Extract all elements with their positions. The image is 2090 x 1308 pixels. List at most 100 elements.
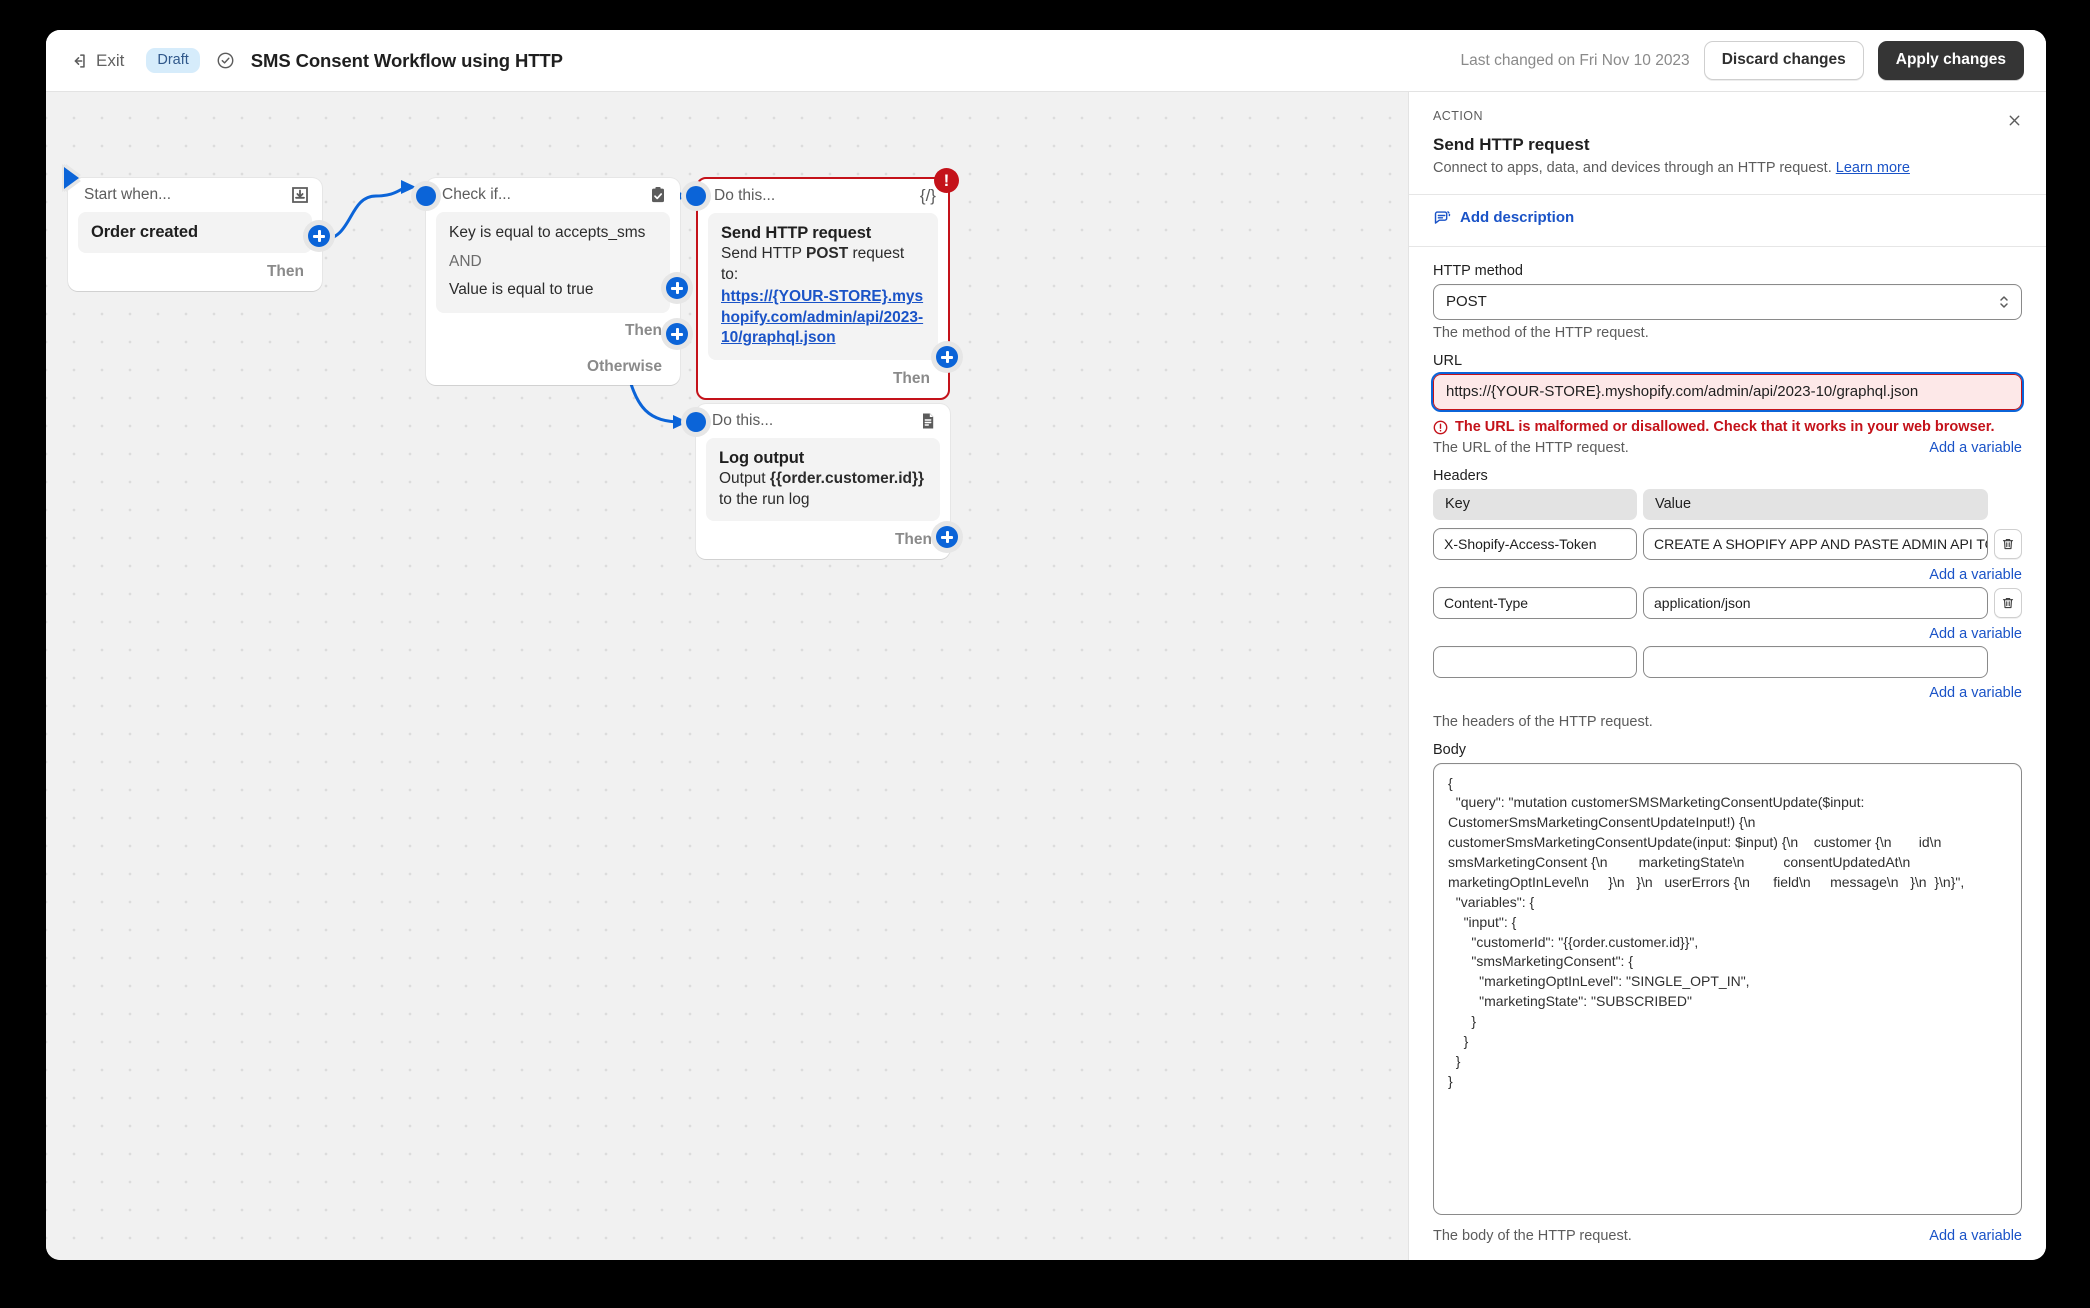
- then-label: Then: [894, 531, 932, 549]
- node-header: Check if...: [426, 178, 680, 212]
- table-row: [1433, 645, 2022, 678]
- node-description: Output {{order.customer.id}} to the run …: [719, 469, 927, 510]
- apply-changes-button[interactable]: Apply changes: [1877, 41, 2024, 80]
- node-check-if[interactable]: Check if... Key is equal to accepts_sms …: [426, 178, 680, 385]
- inbox-download-icon: [290, 185, 310, 205]
- url-help: The URL of the HTTP request.: [1433, 439, 1629, 456]
- clipboard-check-icon: [648, 185, 668, 205]
- url-add-variable[interactable]: Add a variable: [1929, 440, 2022, 456]
- panel-eyebrow: ACTION: [1433, 109, 1483, 123]
- headers-table: Key Value X-Shopify-Access-Token CREATE …: [1433, 488, 2022, 702]
- header-add-variable-2[interactable]: Add a variable: [1929, 626, 2022, 642]
- then-label: Then: [624, 321, 662, 339]
- header-add-variable-1[interactable]: Add a variable: [1929, 567, 2022, 583]
- node-body: Log output Output {{order.customer.id}} …: [706, 438, 940, 522]
- header-value-input-3[interactable]: [1643, 645, 1988, 678]
- node-title: Send HTTP request: [721, 224, 872, 242]
- learn-more-link[interactable]: Learn more: [1836, 160, 1910, 176]
- header-value-input-2[interactable]: application/json: [1643, 586, 1988, 619]
- url-help-row: The URL of the HTTP request. Add a varia…: [1433, 440, 2022, 456]
- panel-subtitle: Connect to apps, data, and devices throu…: [1433, 159, 2022, 179]
- node-header-label: Do this...: [712, 412, 774, 429]
- top-bar-left: Exit Draft SMS Consent Workflow using HT…: [62, 46, 563, 76]
- workflow-canvas[interactable]: Start when... Order created Then Check i…: [46, 92, 1408, 1260]
- node-body: Key is equal to accepts_sms AND Value is…: [436, 212, 670, 313]
- node-send-http-request[interactable]: ! Do this... {/} Send HTTP request Send …: [696, 168, 959, 401]
- header-key-input-1[interactable]: X-Shopify-Access-Token: [1433, 527, 1637, 560]
- add-description-label: Add description: [1460, 209, 1575, 227]
- top-bar-right: Last changed on Fri Nov 10 2023 Discard …: [1460, 41, 2024, 80]
- desc-prefix: Output: [719, 470, 770, 487]
- node-description: Send HTTP POST request to:: [721, 244, 925, 285]
- url-input[interactable]: https://{YOUR-STORE}.myshopify.com/admin…: [1431, 371, 2024, 412]
- add-description-button[interactable]: Add description: [1433, 209, 1574, 227]
- add-step-otherwise-branch[interactable]: [666, 323, 688, 345]
- node-footer-otherwise: Otherwise: [426, 349, 680, 385]
- delete-header-button-1[interactable]: [1994, 528, 2022, 559]
- url-label: URL: [1433, 352, 1463, 369]
- header-value-input-1[interactable]: CREATE A SHOPIFY APP AND PASTE ADMIN API…: [1643, 527, 1988, 560]
- desc-variable: {{order.customer.id}}: [769, 470, 925, 487]
- body-field: Body { "query": "mutation customerSMSMar…: [1433, 742, 2022, 1215]
- header-add-variable-row-2: Add a variable: [1433, 625, 2022, 643]
- url-error-text: The URL is malformed or disallowed. Chec…: [1455, 418, 1995, 435]
- table-row: Content-Type application/json: [1433, 586, 2022, 619]
- then-label: Then: [266, 263, 304, 280]
- http-method-label: HTTP method: [1433, 262, 1523, 279]
- desc-method: POST: [806, 245, 849, 262]
- node-header: Do this...: [696, 404, 950, 438]
- http-method-help: The method of the HTTP request.: [1433, 324, 1649, 341]
- header-add-variable-row-3: Add a variable: [1433, 684, 2022, 702]
- node-header: Start when...: [68, 178, 322, 212]
- exit-label: Exit: [96, 50, 125, 70]
- request-url-link[interactable]: https://{YOUR-STORE}.myshopify.com/admin…: [721, 287, 925, 349]
- headers-field: Headers Key Value X-Shopify-Access-Token…: [1433, 468, 2022, 730]
- node-log-output[interactable]: Do this... Log output Output {{order.cus…: [696, 404, 950, 560]
- node-body: Order created: [78, 212, 312, 253]
- body-help: The body of the HTTP request.: [1433, 1228, 1632, 1244]
- status-badge: Draft: [146, 48, 200, 73]
- add-step-after-http[interactable]: [936, 346, 958, 368]
- http-method-select[interactable]: POST: [1433, 283, 2022, 320]
- node-footer-then: Then: [426, 313, 680, 349]
- body-textarea[interactable]: { "query": "mutation customerSMSMarketin…: [1433, 762, 2022, 1215]
- action-settings-panel: ACTION Send HTTP request Connect to apps…: [1408, 92, 2046, 1260]
- header-key-input-2[interactable]: Content-Type: [1433, 586, 1637, 619]
- node-header: Do this... {/}: [698, 179, 948, 213]
- check-circle-icon: [214, 51, 235, 70]
- trash-icon: [2002, 597, 2014, 608]
- node-footer: Then: [698, 360, 948, 398]
- http-method-field: HTTP method POST The method of the HTTP …: [1433, 263, 2022, 341]
- add-step-after-start[interactable]: [308, 225, 330, 247]
- trash-icon: [2002, 538, 2014, 549]
- add-step-then-branch[interactable]: [666, 277, 688, 299]
- start-trigger-arrow: [64, 167, 79, 189]
- code-braces-icon: {/}: [919, 186, 936, 205]
- http-method-select-wrap: POST: [1433, 283, 2022, 320]
- panel-header: ACTION Send HTTP request Connect to apps…: [1409, 92, 2046, 195]
- exit-button[interactable]: Exit: [62, 46, 132, 76]
- exit-icon: [70, 52, 88, 70]
- panel-form: HTTP method POST The method of the HTTP …: [1409, 247, 2046, 1220]
- workflow-editor-window: Exit Draft SMS Consent Workflow using HT…: [46, 30, 2046, 1260]
- discard-changes-button[interactable]: Discard changes: [1703, 41, 1864, 80]
- header-key-input-3[interactable]: [1433, 645, 1637, 678]
- condition-operator: AND: [449, 252, 482, 270]
- headers-label: Headers: [1433, 467, 1488, 484]
- panel-footer: The body of the HTTP request. Add a vari…: [1409, 1220, 2046, 1260]
- node-header-label: Do this...: [714, 187, 776, 204]
- node-header-label: Check if...: [442, 186, 511, 203]
- header-add-variable-3[interactable]: Add a variable: [1929, 685, 2022, 701]
- node-title: Order created: [91, 223, 198, 241]
- panel-title: Send HTTP request: [1433, 135, 1590, 154]
- node-input-handle-check: [416, 186, 436, 206]
- body-add-variable[interactable]: Add a variable: [1929, 1228, 2022, 1244]
- delete-header-button-2[interactable]: [1994, 587, 2022, 618]
- node-start-when[interactable]: Start when... Order created Then: [68, 178, 322, 291]
- document-icon: [918, 411, 938, 431]
- panel-subtitle-text: Connect to apps, data, and devices throu…: [1433, 160, 1832, 176]
- add-step-after-log[interactable]: [936, 526, 958, 548]
- node-title: Log output: [719, 449, 805, 467]
- error-badge: !: [934, 168, 959, 193]
- close-icon[interactable]: [2002, 108, 2026, 132]
